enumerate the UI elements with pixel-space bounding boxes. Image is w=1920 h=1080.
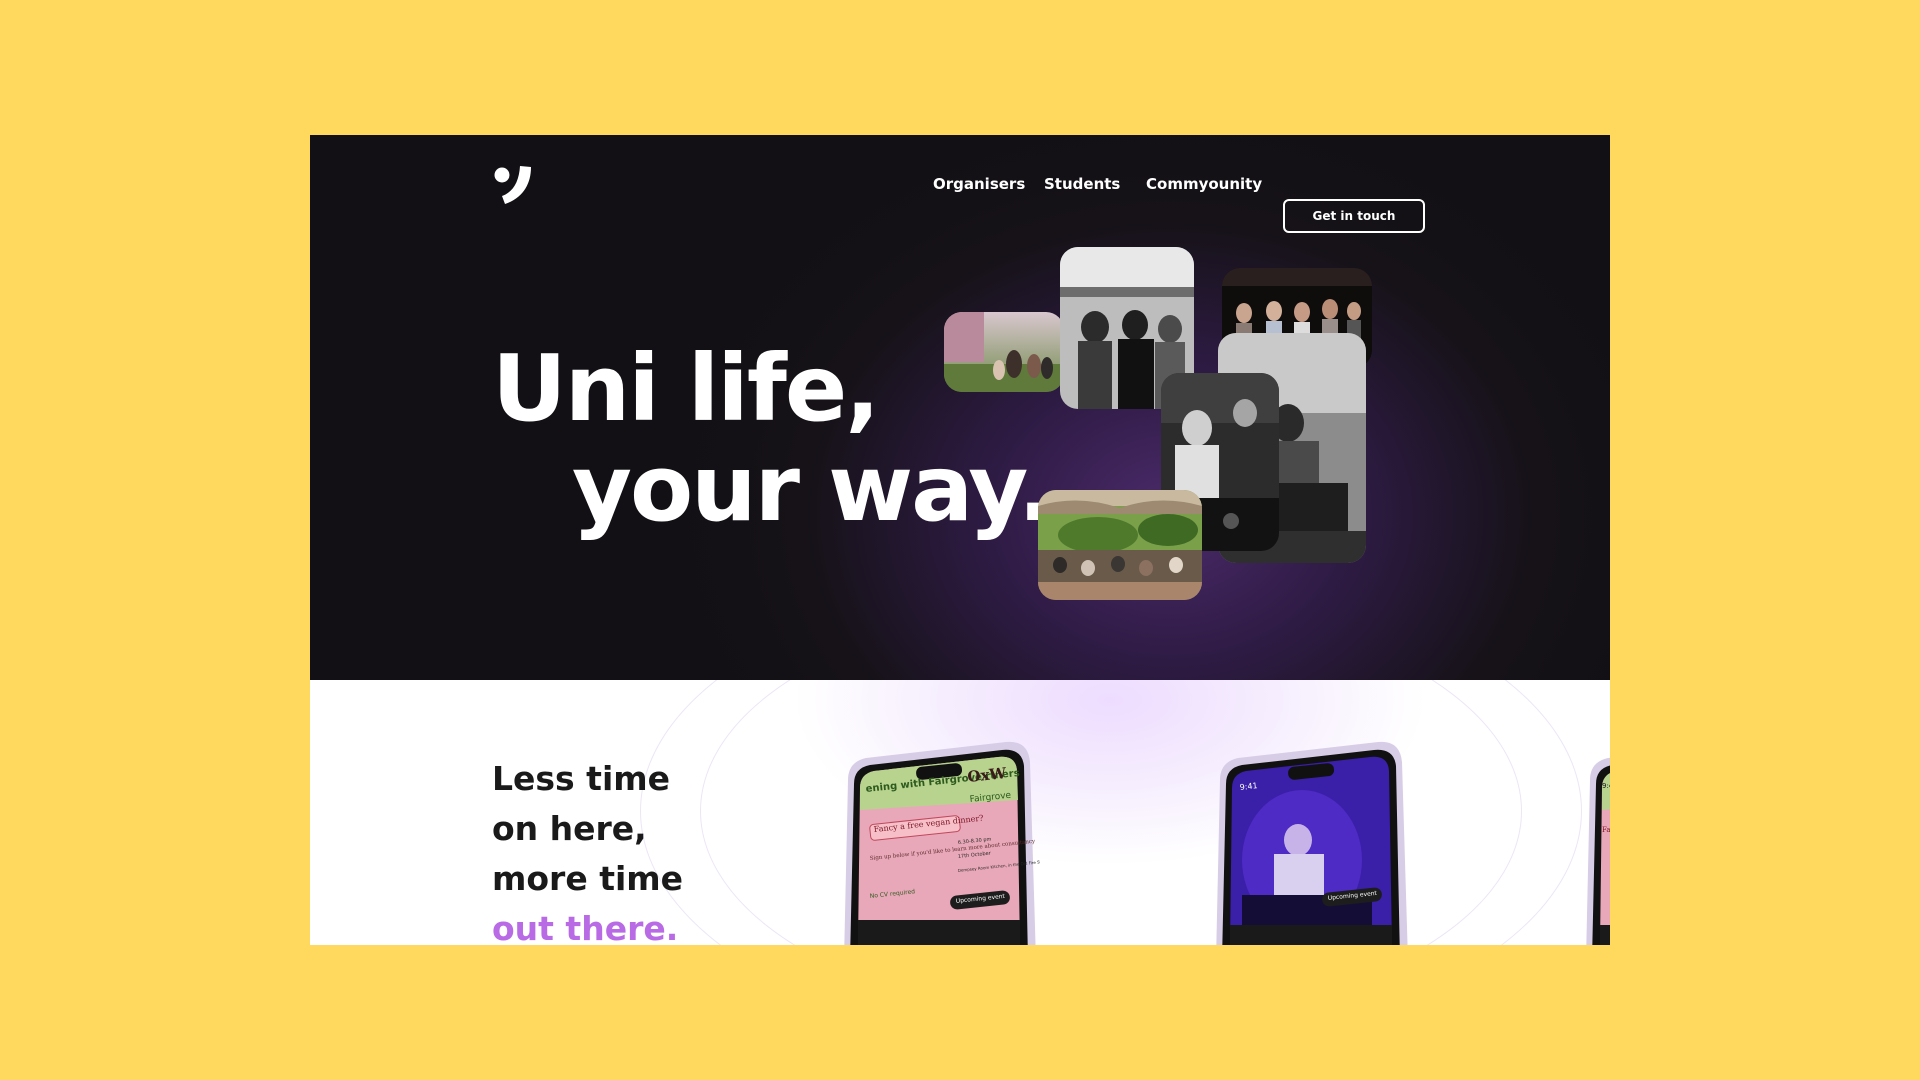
hero-section: Organisers Students Commyounity Get in t… — [310, 135, 1610, 680]
nav-link-community[interactable]: Commyounity — [1146, 175, 1262, 193]
collage-photo-outdoor-crowd — [1038, 490, 1202, 600]
collage-photo-garden-group — [944, 312, 1064, 392]
phone2-status-time: 9:41 — [1239, 781, 1258, 792]
decorative-arc — [640, 680, 1582, 945]
phone3-status-time: 9:41 — [1602, 782, 1610, 790]
tagline-line-2: on here, — [492, 809, 647, 848]
get-in-touch-button[interactable]: Get in touch — [1283, 199, 1425, 233]
tagline-line-1: Less time — [492, 759, 671, 798]
phone-mockup-event-card[interactable]: ening with Fairgrove rtners OxW Fairgrov… — [830, 740, 1040, 945]
phone-mockup-partial[interactable]: 9:41 Fairc — [1572, 740, 1610, 945]
phone-mockup-dj-event[interactable]: 9:41 Upcoming event — [1202, 740, 1412, 945]
website-frame: Organisers Students Commyounity Get in t… — [310, 135, 1610, 945]
hero-headline-line-1: Uni life, — [492, 335, 880, 442]
tagline-line-3: more time — [492, 859, 684, 898]
app-showcase-section: Less time on here, more time out there. … — [310, 680, 1610, 945]
nav-link-students[interactable]: Students — [1044, 175, 1120, 193]
top-navigation: Organisers Students Commyounity Get in t… — [310, 167, 1610, 233]
hero-headline-line-2: your way. — [572, 435, 1053, 542]
nav-link-organisers[interactable]: Organisers — [933, 175, 1025, 193]
tagline-line-4: out there. — [492, 909, 679, 945]
phone3-partner: Fairc — [1602, 826, 1610, 834]
